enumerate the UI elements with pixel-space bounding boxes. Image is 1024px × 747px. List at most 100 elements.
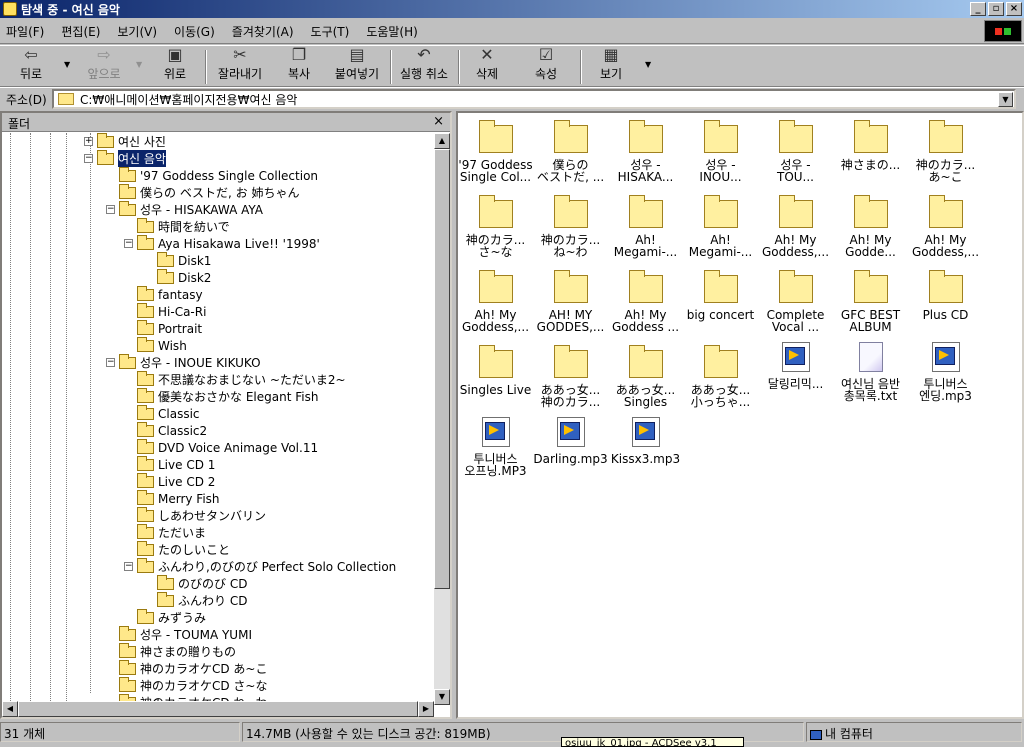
tree-item[interactable]: 優美なおさかな Elegant Fish (137, 387, 318, 405)
folder-item[interactable]: GFC BEST ALBUM (833, 267, 908, 333)
tree-item[interactable]: Classic2 (137, 421, 207, 439)
scroll-left-button[interactable]: ◀ (2, 701, 18, 717)
tree-item[interactable]: のびのび CD (157, 574, 247, 592)
tree-item[interactable]: fantasy (137, 285, 203, 303)
folder-item[interactable]: 僕らの ベストだ, ... (533, 117, 608, 183)
restore-button[interactable]: ▫ (988, 2, 1004, 16)
properties-button[interactable]: ☑ 속성 (531, 45, 561, 86)
tree-item[interactable]: 성우 - TOUMA YUMI (119, 625, 252, 643)
folder-item[interactable]: Singles Live (458, 342, 533, 396)
collapse-icon[interactable]: − (124, 239, 133, 248)
tree-item[interactable]: 神さまの贈りもの (119, 642, 236, 660)
tree-item[interactable]: − ふんわり,のびのび Perfect Solo Collection (124, 557, 396, 575)
file-item[interactable]: 달링리믹... (758, 342, 833, 390)
tree-item[interactable]: DVD Voice Animage Vol.11 (137, 438, 318, 456)
tree-item[interactable]: Hi-Ca-Ri (137, 302, 206, 320)
undo-button[interactable]: ↶ 실행 취소 (396, 45, 452, 86)
folder-item[interactable]: Ah! Megami-... (608, 192, 683, 258)
scroll-right-button[interactable]: ▶ (418, 701, 434, 717)
tree-item[interactable]: Live CD 1 (137, 455, 215, 473)
menu-tools[interactable]: 도구(T) (311, 23, 350, 40)
folder-item[interactable]: AH! MY GODDES,... (533, 267, 608, 333)
address-field[interactable]: C:₩애니메이션₩홈페이지전용₩여신 음악 ▼ (52, 89, 1016, 109)
tree-item[interactable]: しあわせタンバリン (137, 506, 266, 524)
tree-item[interactable]: ふんわり CD (157, 591, 247, 609)
tree-item[interactable]: 神のカラオケCD さ~な (119, 676, 268, 694)
folder-item[interactable]: Ah! My Goddess ... (608, 267, 683, 333)
menu-edit[interactable]: 편집(E) (61, 23, 100, 40)
tree-item[interactable]: たのしいこと (137, 540, 230, 558)
folder-item[interactable]: 神のカラ... ね~わ (533, 192, 608, 258)
folder-item[interactable]: Ah! My Goddess,... (458, 267, 533, 333)
tree-item[interactable]: Classic (137, 404, 200, 422)
tree-horizontal-scrollbar[interactable]: ◀ ▶ (2, 701, 434, 717)
tree-item[interactable]: + 여신 사진 (84, 133, 166, 150)
delete-button[interactable]: ✕ 삭제 (472, 45, 502, 86)
folder-item[interactable]: 성우 - HISAKA... (608, 117, 683, 183)
up-button[interactable]: ▣ 위로 (160, 45, 190, 86)
hscroll-thumb[interactable] (18, 701, 418, 717)
collapse-icon[interactable]: − (124, 562, 133, 571)
folder-item[interactable]: Ah! Megami-... (683, 192, 758, 258)
tree-item[interactable]: Portrait (137, 319, 202, 337)
tree-item[interactable]: − Aya Hisakawa Live!! '1998' (124, 234, 320, 252)
folder-item[interactable]: '97 Goddess Single Col... (458, 117, 533, 183)
address-dropdown-button[interactable]: ▼ (998, 92, 1013, 107)
menu-view[interactable]: 보기(V) (117, 23, 157, 40)
paste-button[interactable]: ▤ 붙여넣기 (332, 45, 382, 86)
menu-file[interactable]: 파일(F) (6, 23, 44, 40)
folder-item[interactable]: Complete Vocal ... (758, 267, 833, 333)
folder-item[interactable]: ああっ女... Singles (608, 342, 683, 408)
expand-icon[interactable]: + (84, 137, 93, 146)
tree-item[interactable]: 僕らの ベストだ, お 姉ちゃん (119, 183, 300, 201)
tree-item[interactable]: 時間を紡いで (137, 217, 230, 235)
back-dropdown-icon[interactable]: ▼ (64, 60, 70, 69)
forward-dropdown-icon[interactable]: ▼ (136, 60, 142, 69)
scroll-up-button[interactable]: ▲ (434, 133, 450, 149)
tree-item[interactable]: − 여신 음악 (84, 149, 167, 168)
tree-item[interactable]: 不思議なおまじない ~ただいま2~ (137, 370, 346, 388)
tree-item[interactable]: ただいま (137, 523, 206, 541)
file-item[interactable]: Darling.mp3 (533, 417, 608, 465)
tree-item[interactable]: Disk1 (157, 251, 211, 269)
file-item[interactable]: 여신님 음반 총목록.txt (833, 342, 908, 402)
folder-item[interactable]: ああっ女... 小っちゃ... (683, 342, 758, 408)
tree-item[interactable]: Disk2 (157, 268, 211, 286)
menu-go[interactable]: 이동(G) (174, 23, 215, 40)
scroll-down-button[interactable]: ▼ (434, 689, 450, 705)
views-dropdown-icon[interactable]: ▼ (645, 60, 651, 69)
folder-item[interactable]: Ah! My Godde... (833, 192, 908, 258)
views-button[interactable]: ▦ 보기 (596, 45, 626, 86)
tree-item[interactable]: 神のカラオケCD あ~こ (119, 659, 268, 677)
close-button[interactable]: × (1006, 2, 1022, 16)
file-item[interactable]: 투니버스 오프닝.MP3 (458, 417, 533, 477)
menu-favorites[interactable]: 즐겨찾기(A) (232, 23, 294, 40)
folder-item[interactable]: Ah! My Goddess,... (908, 192, 983, 258)
collapse-icon[interactable]: − (106, 358, 115, 367)
folder-item[interactable]: 神さまの... (833, 117, 908, 171)
tree-item[interactable]: Live CD 2 (137, 472, 215, 490)
pane-close-icon[interactable]: × (433, 114, 444, 129)
folder-item[interactable]: big concert (683, 267, 758, 321)
file-item[interactable]: Kissx3.mp3 (608, 417, 683, 465)
folder-item[interactable]: ああっ女... 神のカラ... (533, 342, 608, 408)
folder-item[interactable]: Ah! My Goddess,... (758, 192, 833, 258)
cut-button[interactable]: ✂ 잘라내기 (214, 45, 266, 86)
menu-help[interactable]: 도움말(H) (366, 23, 418, 40)
tree-vertical-scrollbar[interactable]: ▲ ▼ (434, 133, 450, 705)
file-item[interactable]: 투니버스 엔딩.mp3 (908, 342, 983, 402)
tree-item[interactable]: '97 Goddess Single Collection (119, 166, 318, 184)
tree-item[interactable]: − 성우 - INOUE KIKUKO (106, 353, 261, 371)
tree-item[interactable]: − 성우 - HISAKAWA AYA (106, 200, 263, 218)
copy-button[interactable]: ❐ 복사 (284, 45, 314, 86)
scroll-thumb[interactable] (434, 149, 450, 589)
forward-button[interactable]: ⇨ 앞으로 (82, 45, 126, 86)
minimize-button[interactable]: _ (970, 2, 986, 16)
tree-item[interactable]: Merry Fish (137, 489, 220, 507)
folder-item[interactable]: 神のカラ... さ~な (458, 192, 533, 258)
collapse-icon[interactable]: − (106, 205, 115, 214)
tree-item[interactable]: みずうみ (137, 608, 206, 626)
back-button[interactable]: ⇦ 뒤로 (14, 45, 48, 86)
folder-item[interactable]: 성우 - TOU... (758, 117, 833, 183)
folder-item[interactable]: Plus CD (908, 267, 983, 321)
